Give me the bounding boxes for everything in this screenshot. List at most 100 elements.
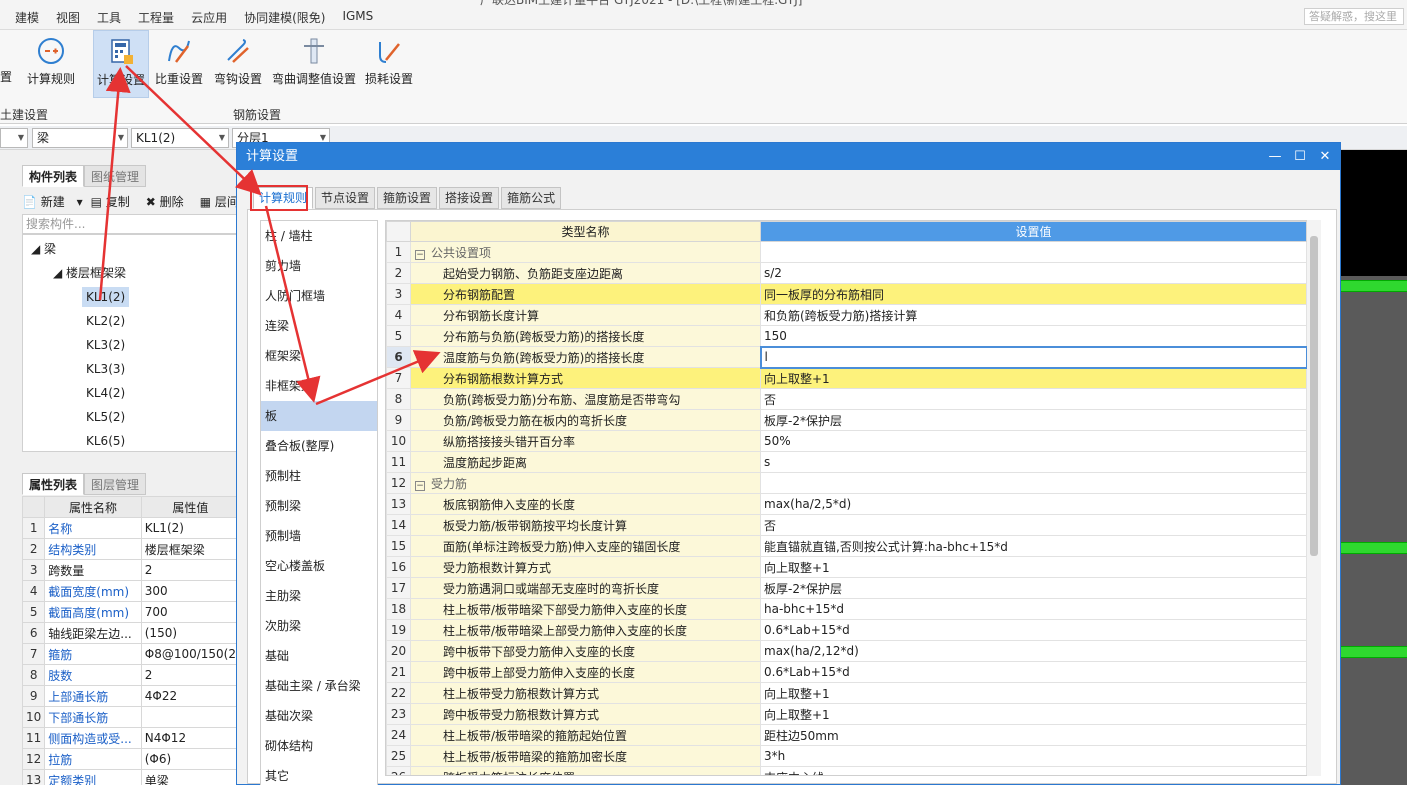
maximize-icon[interactable]: ☐ xyxy=(1288,143,1312,170)
grid-value-cell[interactable]: 3*h xyxy=(760,745,1307,767)
category-item[interactable]: 主肋梁 xyxy=(261,581,377,611)
property-row[interactable]: 7 箍筋 Φ8@100/150(2 xyxy=(21,643,241,665)
property-row[interactable]: 12 拉筋 (Φ6) xyxy=(21,748,241,770)
category-item[interactable]: 预制梁 xyxy=(261,491,377,521)
grid-value-cell[interactable] xyxy=(760,472,1307,494)
prop-value[interactable]: 2 xyxy=(140,559,241,581)
category-item[interactable]: 板 xyxy=(261,401,377,431)
category-item[interactable]: 人防门框墙 xyxy=(261,281,377,311)
floor-select[interactable]: ▼ xyxy=(0,128,28,148)
category-item[interactable]: 叠合板(整厚) xyxy=(261,431,377,461)
menu-item-quantity[interactable]: 工程量 xyxy=(138,9,174,26)
prop-value[interactable]: 2 xyxy=(140,664,241,686)
grid-value-cell[interactable]: 向上取整+1 xyxy=(760,556,1307,578)
grid-value-cell[interactable]: 50% xyxy=(760,430,1307,452)
grid-row[interactable]: 20 跨中板带下部受力筋伸入支座的长度 max(ha/2,12*d) xyxy=(386,640,1307,662)
grid-row[interactable]: 17 受力筋遇洞口或端部无支座时的弯折长度 板厚-2*保护层 xyxy=(386,577,1307,599)
partial-settings-button[interactable]: 设置 xyxy=(0,30,18,98)
new-component-button[interactable]: 📄 新建 ▾ xyxy=(22,193,83,210)
tab-component-list[interactable]: 构件列表 xyxy=(22,165,85,187)
category-item[interactable]: 次肋梁 xyxy=(261,611,377,641)
grid-value-cell[interactable]: 0.6*Lab+15*d xyxy=(760,619,1307,641)
menu-item-igms[interactable]: IGMS xyxy=(342,9,373,26)
beam-line[interactable] xyxy=(1340,542,1407,554)
grid-value-cell[interactable]: 距柱边50mm xyxy=(760,724,1307,746)
grid-value-cell[interactable]: max(ha/2,5*d) xyxy=(760,493,1307,515)
grid-row[interactable]: 23 跨中板带受力筋根数计算方式 向上取整+1 xyxy=(386,703,1307,725)
grid-value-cell[interactable]: s xyxy=(760,451,1307,473)
loss-settings-button[interactable]: 损耗设置 xyxy=(362,30,416,98)
tab-drawing-manager[interactable]: 图纸管理 xyxy=(84,165,147,187)
tree-item-kl5[interactable]: KL5(2) xyxy=(86,407,125,427)
tab-lap-settings[interactable]: 搭接设置 xyxy=(439,187,500,209)
grid-row[interactable]: 8 负筋(跨板受力筋)分布筋、温度筋是否带弯勾否 xyxy=(386,388,1307,410)
grid-row[interactable]: 6 温度筋与负筋(跨板受力筋)的搭接长度 l xyxy=(386,345,1308,369)
grid-value-cell[interactable]: max(ha/2,12*d) xyxy=(760,640,1307,662)
category-item[interactable]: 柱 / 墙柱 xyxy=(261,221,377,251)
property-row[interactable]: 8 肢数 2 xyxy=(21,664,241,686)
category-item[interactable]: 基础次梁 xyxy=(261,701,377,731)
grid-value-cell[interactable]: 同一板厚的分布筋相同 xyxy=(760,283,1307,305)
grid-value-cell[interactable]: 150 xyxy=(760,325,1307,347)
grid-row[interactable]: 11 温度筋起步距离 s xyxy=(386,451,1307,473)
collapse-icon[interactable]: − xyxy=(415,249,425,260)
category-item[interactable]: 非框架梁 xyxy=(261,371,377,401)
tree-item-kl1[interactable]: KL1(2) xyxy=(82,287,130,307)
grid-row[interactable]: 3 分布钢筋配置 同一板厚的分布筋相同 xyxy=(386,283,1307,305)
grid-row[interactable]: 13 板底钢筋伸入支座的长度 max(ha/2,5*d) xyxy=(386,493,1307,515)
beam-line[interactable] xyxy=(1340,646,1407,658)
grid-row[interactable]: 4 分布钢筋长度计算 和负筋(跨板受力筋)搭接计算 xyxy=(386,304,1307,326)
property-row[interactable]: 2 结构类别 楼层框架梁 xyxy=(21,538,241,560)
grid-row[interactable]: 21 跨中板带上部受力筋伸入支座的长度 0.6*Lab+15*d xyxy=(386,661,1307,683)
grid-value-cell[interactable]: 否 xyxy=(760,388,1307,410)
beam-line[interactable] xyxy=(1340,280,1407,292)
grid-value-cell[interactable]: 向上取整+1 xyxy=(760,682,1307,704)
tab-layer-manager[interactable]: 图层管理 xyxy=(84,473,147,495)
prop-value[interactable]: KL1(2) xyxy=(140,517,241,539)
tree-item-kl6[interactable]: KL6(5) xyxy=(86,431,125,451)
tree-item-kl4[interactable]: KL4(2) xyxy=(86,383,125,403)
grid-scrollbar[interactable] xyxy=(1307,220,1321,776)
grid-row[interactable]: 7 分布钢筋根数计算方式 向上取整+1 xyxy=(386,367,1307,389)
property-row[interactable]: 11 侧面构造或受... N4Φ12 xyxy=(21,727,241,749)
prop-value[interactable]: (Φ6) xyxy=(140,748,241,770)
drawing-canvas[interactable] xyxy=(1340,150,1407,785)
grid-section-row[interactable]: 12− 受力筋 xyxy=(386,472,1307,494)
menu-item-view[interactable]: 视图 xyxy=(56,9,80,26)
grid-value-cell[interactable]: 否 xyxy=(760,514,1307,536)
prop-value[interactable]: 300 xyxy=(140,580,241,602)
tab-property-list[interactable]: 属性列表 xyxy=(22,473,85,495)
grid-row[interactable]: 9 负筋/跨板受力筋在板内的弯折长度 板厚-2*保护层 xyxy=(386,409,1307,431)
category-item[interactable]: 砌体结构 xyxy=(261,731,377,761)
prop-value[interactable]: 700 xyxy=(140,601,241,623)
grid-value-cell[interactable]: s/2 xyxy=(760,262,1307,284)
category-item[interactable]: 预制墙 xyxy=(261,521,377,551)
menu-item-tools[interactable]: 工具 xyxy=(97,9,121,26)
grid-row[interactable]: 2 起始受力钢筋、负筋距支座边距离 s/2 xyxy=(386,262,1307,284)
help-search-input[interactable]: 答疑解惑，搜这里 xyxy=(1304,8,1404,25)
tree-node-beam[interactable]: ◢ 梁 xyxy=(31,239,56,259)
calc-rule-civil-button[interactable]: 计算规则 xyxy=(24,30,78,98)
grid-section-row[interactable]: 1− 公共设置项 xyxy=(386,241,1307,263)
element-name-select[interactable]: KL1(2) ▼ xyxy=(131,128,229,148)
grid-row[interactable]: 10 纵筋搭接接头错开百分率 50% xyxy=(386,430,1307,452)
category-item[interactable]: 空心楼盖板 xyxy=(261,551,377,581)
tab-stirrup-settings[interactable]: 箍筋设置 xyxy=(377,187,438,209)
category-item[interactable]: 基础 xyxy=(261,641,377,671)
calc-settings-button[interactable]: 计算设置 xyxy=(93,30,149,98)
property-row[interactable]: 4 截面宽度(mm) 300 xyxy=(21,580,241,602)
copy-button[interactable]: ▤ 复制 xyxy=(91,193,138,210)
grid-row[interactable]: 5 分布筋与负筋(跨板受力筋)的搭接长度 150 xyxy=(386,325,1307,347)
menu-item-model[interactable]: 建模 xyxy=(15,9,39,26)
grid-row[interactable]: 19 柱上板带/板带暗梁上部受力筋伸入支座的长度 0.6*Lab+15*d xyxy=(386,619,1307,641)
menu-item-collab[interactable]: 协同建模(限免) xyxy=(244,9,325,26)
component-search-input[interactable]: 搜索构件... xyxy=(22,214,240,234)
property-row[interactable]: 3 跨数量 2 xyxy=(21,559,241,581)
hook-settings-button[interactable]: 弯钩设置 xyxy=(210,30,266,98)
property-row[interactable]: 10 下部通长筋 xyxy=(21,706,241,728)
grid-value-cell[interactable] xyxy=(760,241,1307,263)
tree-item-kl3-3[interactable]: KL3(3) xyxy=(86,359,125,379)
category-item[interactable]: 预制柱 xyxy=(261,461,377,491)
scrollbar-thumb[interactable] xyxy=(1310,236,1318,556)
grid-value-cell[interactable]: 板厚-2*保护层 xyxy=(760,577,1307,599)
